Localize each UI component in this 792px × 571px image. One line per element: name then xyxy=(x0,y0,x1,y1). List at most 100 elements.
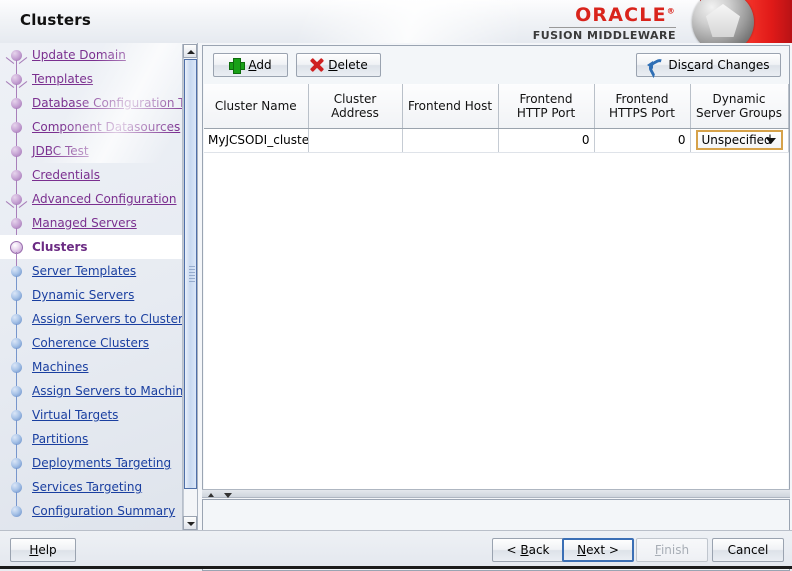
sidebar-item-jdbc-test[interactable]: JDBC Test xyxy=(0,139,182,170)
sidebar-item-virtual-targets[interactable]: Virtual Targets xyxy=(0,403,182,434)
step-branch xyxy=(18,57,28,64)
sidebar-item-clusters[interactable]: Clusters xyxy=(0,235,182,266)
wizard-window: Clusters ORACLE® FUSION MIDDLEWARE Updat… xyxy=(0,0,792,571)
sidebar-scroll-thumb[interactable] xyxy=(184,59,197,489)
sidebar-item-label: Templates xyxy=(32,72,94,86)
sidebar-item-component-datasources[interactable]: Component Datasources xyxy=(0,115,182,146)
splitter-collapse-down-icon[interactable] xyxy=(224,493,232,498)
sidebar-item-managed-servers[interactable]: Managed Servers xyxy=(0,211,182,242)
undo-icon xyxy=(647,58,663,72)
column-header-cluster-address[interactable]: Cluster Address xyxy=(308,84,403,129)
sidebar-item-label: Services Targeting xyxy=(32,480,143,494)
finish-button-label: Finish xyxy=(654,543,690,557)
cell-frontend-https-port[interactable]: 0 xyxy=(594,128,691,153)
sidebar-scrollbar[interactable] xyxy=(182,44,197,530)
sidebar-item-label: JDBC Test xyxy=(32,144,89,158)
sidebar-item-label: Assign Servers to Machines xyxy=(32,384,196,398)
sidebar-item-server-templates[interactable]: Server Templates xyxy=(0,259,182,290)
chevron-down-icon xyxy=(765,138,776,144)
sidebar-item-machines[interactable]: Machines xyxy=(0,355,182,386)
cell-cluster-address[interactable] xyxy=(308,128,403,153)
wizard-step-navigation: Update Domain Templates Database Configura… xyxy=(0,43,196,530)
pentagon-icon xyxy=(706,4,740,37)
sidebar-item-partitions[interactable]: Partitions xyxy=(0,427,182,458)
sidebar-item-credentials[interactable]: Credentials xyxy=(0,163,182,194)
plus-icon xyxy=(229,58,246,74)
sidebar-item-label: Clusters xyxy=(32,240,88,254)
step-node-icon xyxy=(11,50,22,61)
sidebar-item-deployments-targeting[interactable]: Deployments Targeting xyxy=(0,451,182,482)
product-name: FUSION MIDDLEWARE xyxy=(532,29,676,42)
brand-red-panel xyxy=(700,0,792,43)
delete-button[interactable]: Delete xyxy=(296,53,381,77)
sidebar-item-label: Machines xyxy=(32,360,89,374)
sidebar-item-update-domain[interactable]: Update Domain xyxy=(0,43,182,74)
x-icon xyxy=(309,58,323,72)
finish-button: Finish xyxy=(636,538,708,562)
sidebar-item-dynamic-servers[interactable]: Dynamic Servers xyxy=(0,283,182,314)
column-header-frontend-http-port[interactable]: Frontend HTTP Port xyxy=(498,84,595,129)
splitter-collapse-up-icon[interactable] xyxy=(208,493,214,497)
sidebar-item-database-configuration-type[interactable]: Database Configuration Type xyxy=(0,91,196,122)
sidebar-item-services-targeting[interactable]: Services Targeting xyxy=(0,475,182,506)
sidebar-item-label: Deployments Targeting xyxy=(32,456,172,470)
help-button-label: Help xyxy=(29,543,57,557)
sidebar-item-label: Coherence Clusters xyxy=(32,336,150,350)
add-button-rest: dd xyxy=(256,58,272,72)
add-button-label: Add xyxy=(248,58,272,72)
step-branch xyxy=(5,81,15,88)
cell-frontend-host[interactable] xyxy=(402,128,499,153)
dynamic-server-groups-dropdown[interactable]: Unspecified xyxy=(695,130,783,150)
sidebar-item-coherence-clusters[interactable]: Coherence Clusters xyxy=(0,331,182,362)
back-button-label: < Back xyxy=(506,543,550,557)
column-header-dynamic-server-groups[interactable]: Dynamic Server Groups xyxy=(690,84,789,129)
clusters-panel: Add Delete Discard Changes Cluster Name … xyxy=(202,45,790,490)
cell-cluster-name[interactable]: MyJCSODI_cluste xyxy=(204,128,309,153)
sidebar-item-assign-servers-to-clusters[interactable]: Assign Servers to Clusters xyxy=(0,307,189,338)
discard-button-label: Discard Changes xyxy=(668,58,770,72)
sidebar-item-templates[interactable]: Templates xyxy=(0,67,182,98)
wizard-footer: Help < Back Next > Finish Cancel xyxy=(0,530,792,569)
sidebar-scroll-up-button[interactable] xyxy=(183,44,197,58)
step-node-icon xyxy=(11,98,22,109)
step-node-icon xyxy=(11,146,22,157)
step-connector xyxy=(16,132,17,146)
column-header-frontend-host[interactable]: Frontend Host xyxy=(402,84,499,129)
chevron-down-icon xyxy=(187,522,195,526)
step-branch xyxy=(5,57,15,64)
sidebar-item-label: Database Configuration Type xyxy=(32,96,196,110)
pane-splitter[interactable] xyxy=(202,489,790,498)
sidebar-item-label: Partitions xyxy=(32,432,89,446)
next-button[interactable]: Next > xyxy=(562,538,634,562)
cell-frontend-http-port[interactable]: 0 xyxy=(498,128,595,153)
window-header: Clusters ORACLE® FUSION MIDDLEWARE xyxy=(0,0,792,43)
step-branch xyxy=(18,81,28,88)
discard-changes-button[interactable]: Discard Changes xyxy=(636,53,781,77)
sidebar-scroll-down-button[interactable] xyxy=(183,516,197,530)
step-node-icon xyxy=(11,506,22,517)
column-header-frontend-https-port[interactable]: Frontend HTTPS Port xyxy=(594,84,691,129)
cancel-button-label: Cancel xyxy=(727,543,769,557)
step-connector xyxy=(16,108,17,122)
help-button[interactable]: Help xyxy=(10,538,76,562)
cell-dynamic-server-groups[interactable]: Unspecified xyxy=(690,128,789,153)
cancel-button[interactable]: Cancel xyxy=(712,538,784,562)
dynamic-server-groups-value: Unspecified xyxy=(701,133,772,147)
sidebar-item-configuration-summary[interactable]: Configuration Summary xyxy=(0,499,182,523)
delete-button-rest: elete xyxy=(337,58,368,72)
add-button[interactable]: Add xyxy=(213,53,288,77)
table-toolbar: Add Delete Discard Changes xyxy=(203,46,789,84)
brand-divider xyxy=(549,27,676,28)
table-row[interactable]: MyJCSODI_cluste 0 0 Unspecified xyxy=(204,128,789,153)
registered-mark: ® xyxy=(666,6,676,16)
sidebar-item-advanced-configuration[interactable]: Advanced Configuration xyxy=(0,187,182,218)
chevron-up-icon xyxy=(187,50,195,54)
oracle-branding: ORACLE® FUSION MIDDLEWARE xyxy=(520,0,792,43)
main-content: Add Delete Discard Changes Cluster Name … xyxy=(197,43,792,571)
sidebar-item-label: Assign Servers to Clusters xyxy=(32,312,190,326)
step-connector xyxy=(16,60,17,74)
back-button[interactable]: < Back xyxy=(492,538,564,562)
next-button-label: Next > xyxy=(577,543,619,557)
sidebar-item-assign-servers-to-machines[interactable]: Assign Servers to Machines xyxy=(0,379,196,410)
column-header-cluster-name[interactable]: Cluster Name xyxy=(204,84,309,129)
